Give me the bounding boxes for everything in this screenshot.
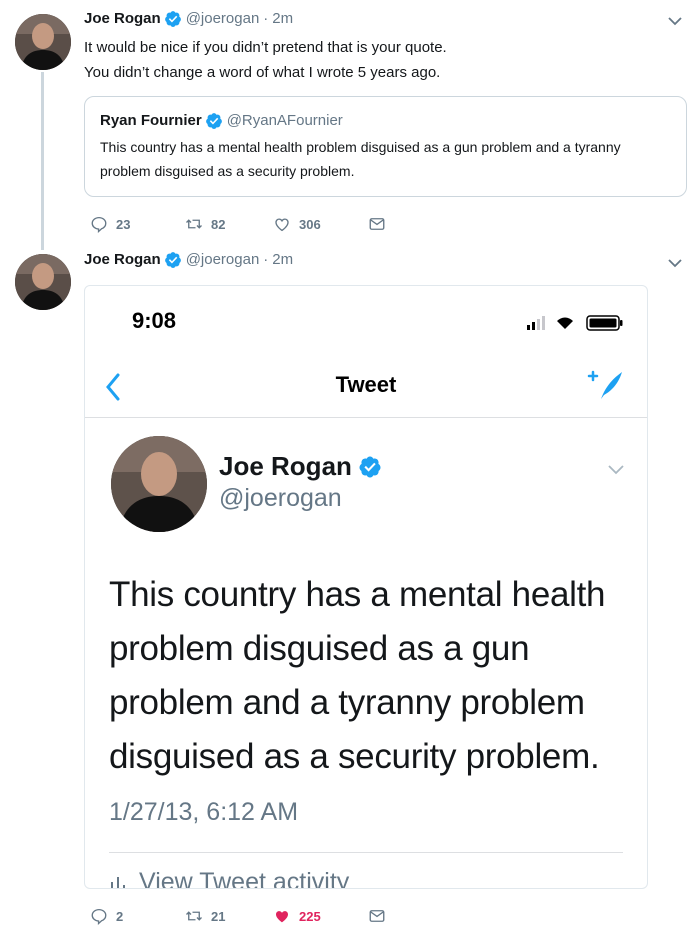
timestamp[interactable]: 2m: [272, 250, 293, 270]
handle[interactable]: @joerogan: [186, 9, 260, 29]
tweet-header: Joe Rogan @joerogan · 2m: [84, 250, 293, 270]
tweet-header: Joe Rogan @joerogan · 2m: [84, 9, 293, 29]
separator-dot: ·: [263, 251, 269, 268]
verified-badge-icon: [358, 455, 382, 479]
heart-filled-icon: [276, 911, 288, 923]
compose-icon: [587, 370, 622, 399]
status-bar-time: 9:08: [132, 308, 177, 333]
screenshot-display-name: Joe Rogan: [219, 451, 386, 482]
direct-message-button[interactable]: [368, 907, 394, 925]
reply-count: 2: [116, 908, 124, 924]
quote-display-name: Ryan Fournier: [100, 112, 202, 129]
like-count: 306: [299, 216, 321, 232]
screenshot-avatar: [111, 436, 207, 532]
like-count: 225: [299, 908, 321, 924]
envelope-icon: [369, 218, 385, 230]
tweet-text-line: It would be nice if you didn’t pretend t…: [84, 39, 447, 56]
screenshot-activity-link: View Tweet activity: [109, 868, 350, 889]
tweet-text: It would be nice if you didn’t pretend t…: [84, 35, 664, 85]
avatar-image: [15, 254, 71, 310]
attached-screenshot[interactable]: 9:08 Tweet Joe Rogan @joerogan This coun…: [84, 285, 648, 889]
envelope-icon: [369, 910, 385, 922]
reply-button[interactable]: 23: [90, 215, 185, 233]
avatar-image: [15, 14, 71, 70]
screenshot-handle: @joerogan: [219, 484, 342, 512]
status-bar-icons: [527, 315, 623, 331]
quote-header: Ryan Fournier @RyanAFournier: [100, 111, 686, 131]
separator-dot: ·: [263, 10, 269, 27]
display-name[interactable]: Joe Rogan: [84, 9, 161, 29]
retweet-count: 21: [211, 908, 226, 924]
retweet-button[interactable]: 21: [185, 907, 273, 925]
avatar[interactable]: [15, 14, 71, 70]
thread-connector-line: [41, 72, 44, 250]
retweet-button[interactable]: 82: [185, 215, 273, 233]
handle[interactable]: @joerogan: [186, 250, 260, 270]
retweet-icon: [186, 911, 202, 921]
reply-icon: [91, 908, 107, 925]
chevron-down-icon[interactable]: [668, 258, 682, 268]
reply-count: 23: [116, 216, 131, 232]
screenshot-tweet-text: This country has a mental health problem…: [109, 575, 606, 776]
screenshot-name-text: Joe Rogan: [219, 451, 352, 481]
display-name[interactable]: Joe Rogan: [84, 250, 161, 270]
tweet-text-line: You didn’t change a word of what I wrote…: [84, 64, 441, 81]
phone-nav-bar: Tweet: [85, 350, 647, 418]
divider: [109, 852, 623, 853]
timestamp[interactable]: 2m: [272, 9, 293, 29]
activity-label: View Tweet activity: [139, 868, 350, 889]
chevron-down-icon: [608, 465, 624, 475]
verified-badge-icon: [164, 10, 182, 28]
reply-button[interactable]: 2: [90, 907, 185, 925]
tweet-actions: 23 82 306: [90, 215, 394, 233]
verified-badge-icon: [205, 112, 223, 130]
retweet-icon: [186, 219, 202, 229]
bar-chart-icon: [111, 876, 125, 888]
like-button[interactable]: 306: [273, 215, 368, 233]
wifi-icon: [557, 317, 573, 329]
screenshot-date: 1/27/13, 6:12 AM: [109, 798, 299, 826]
direct-message-button[interactable]: [368, 215, 394, 233]
retweet-count: 82: [211, 216, 226, 232]
verified-badge-icon: [164, 251, 182, 269]
quote-handle: @RyanAFournier: [226, 112, 343, 129]
heart-icon: [275, 218, 289, 232]
quoted-tweet[interactable]: Ryan Fournier @RyanAFournier This countr…: [84, 96, 687, 197]
reply-icon: [91, 216, 107, 233]
nav-title: Tweet: [335, 372, 397, 397]
chevron-down-icon[interactable]: [668, 16, 682, 26]
quote-text: This country has a mental health problem…: [100, 139, 621, 179]
tweet-actions: 2 21 225: [90, 907, 394, 925]
avatar[interactable]: [15, 254, 71, 310]
like-button[interactable]: 225: [273, 907, 368, 925]
